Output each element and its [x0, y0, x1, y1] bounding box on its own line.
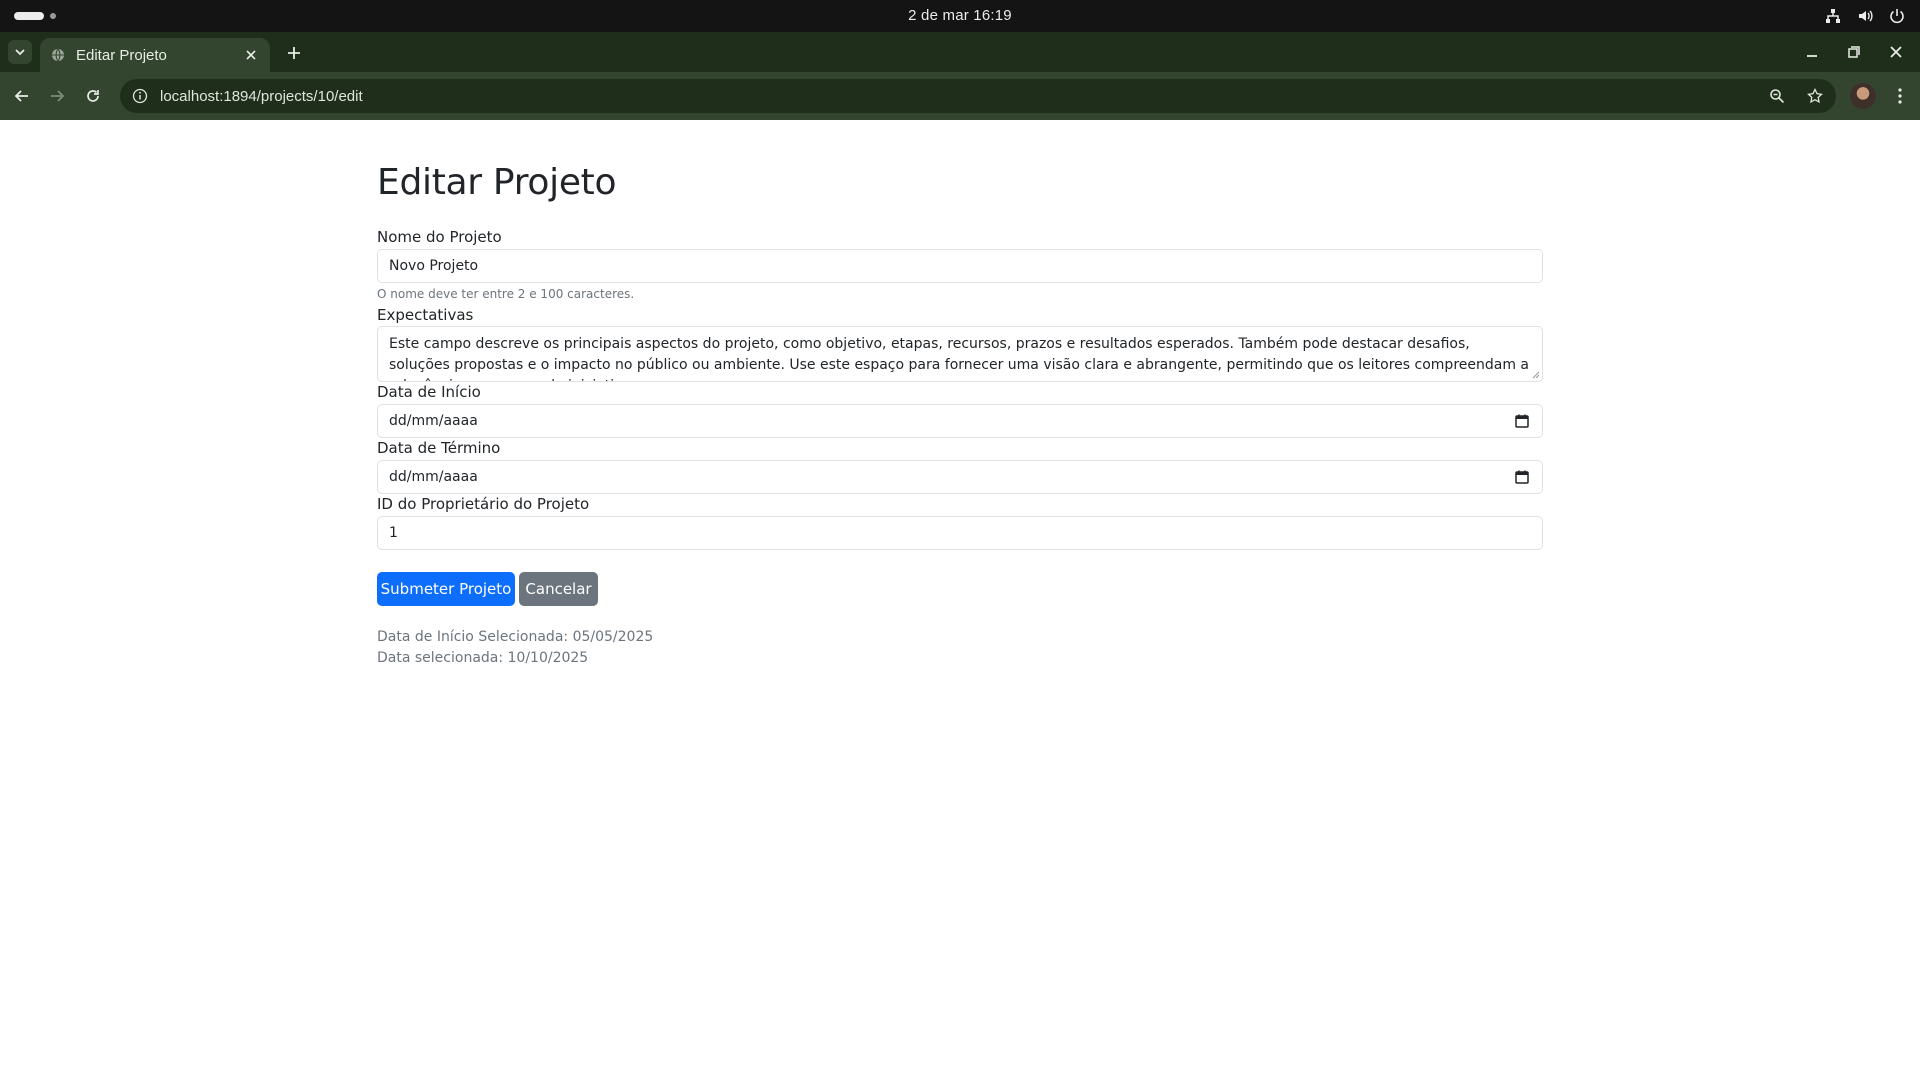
zoom-icon[interactable] [1766, 85, 1788, 107]
end-date-label: Data de Término [377, 439, 501, 457]
clock[interactable]: 2 de mar 16:19 [0, 7, 1920, 24]
volume-icon[interactable] [1856, 7, 1874, 25]
network-icon[interactable] [1824, 7, 1842, 25]
expectations-textarea[interactable]: Este campo descreve os principais aspect… [377, 326, 1543, 382]
address-bar[interactable]: localhost:1894/projects/10/edit [120, 79, 1836, 113]
start-date-label: Data de Início [377, 383, 481, 401]
submit-project-button[interactable]: Submeter Projeto [377, 572, 515, 606]
start-date-input[interactable]: dd/mm/aaaa [377, 404, 1543, 438]
project-name-input[interactable]: Novo Projeto [377, 249, 1543, 283]
bookmark-star-icon[interactable] [1804, 85, 1826, 107]
selected-start-date-text: Data de Início Selecionada: 05/05/2025 [377, 629, 654, 645]
new-tab-button[interactable] [282, 41, 306, 65]
browser-tab-strip: Editar Projeto [0, 32, 1920, 72]
profile-avatar[interactable] [1850, 83, 1876, 109]
calendar-icon[interactable] [1513, 468, 1531, 486]
owner-id-label: ID do Proprietário do Projeto [377, 495, 590, 513]
expectations-value: Este campo descreve os principais aspect… [389, 336, 1529, 381]
owner-id-input[interactable]: 1 [377, 516, 1543, 550]
globe-icon [50, 47, 66, 63]
arrow-left-icon [14, 90, 28, 102]
restore-icon[interactable] [1844, 42, 1864, 62]
tab-search-button[interactable] [8, 40, 32, 64]
browser-tab-active[interactable]: Editar Projeto [40, 38, 270, 72]
plus-icon [288, 47, 300, 59]
arrow-right-icon [51, 90, 65, 102]
resize-handle-icon[interactable] [1530, 369, 1540, 379]
project-name-label: Nome do Projeto [377, 228, 502, 246]
minimize-icon[interactable] [1802, 42, 1822, 62]
back-button[interactable] [10, 84, 34, 108]
site-info-icon[interactable] [130, 86, 150, 106]
power-icon[interactable] [1888, 7, 1906, 25]
chevron-down-icon [15, 49, 25, 56]
owner-id-value: 1 [389, 525, 398, 541]
reload-icon [87, 90, 99, 102]
end-date-placeholder: dd/mm/aaaa [389, 469, 478, 485]
expectations-label: Expectativas [377, 306, 474, 324]
cancel-button[interactable]: Cancelar [519, 572, 598, 606]
close-window-icon[interactable] [1886, 42, 1906, 62]
reload-button[interactable] [81, 84, 105, 108]
calendar-icon[interactable] [1513, 412, 1531, 430]
system-tray[interactable] [1824, 7, 1906, 25]
tab-title: Editar Projeto [76, 46, 167, 64]
start-date-placeholder: dd/mm/aaaa [389, 413, 478, 429]
window-controls [1802, 42, 1906, 62]
page-content: Editar Projeto Nome do Projeto Novo Proj… [0, 120, 1920, 1080]
project-name-hint: O nome deve ter entre 2 e 100 caracteres… [377, 287, 635, 301]
forward-button[interactable] [45, 84, 69, 108]
selected-date-text: Data selecionada: 10/10/2025 [377, 650, 589, 666]
project-name-value: Novo Projeto [389, 258, 479, 274]
more-vert-icon [1898, 88, 1902, 104]
os-top-bar: 2 de mar 16:19 [0, 0, 1920, 32]
end-date-input[interactable]: dd/mm/aaaa [377, 460, 1543, 494]
url-text[interactable]: localhost:1894/projects/10/edit [160, 88, 1766, 105]
close-tab-icon[interactable] [242, 46, 260, 64]
page-title: Editar Projeto [377, 162, 617, 203]
browser-menu-button[interactable] [1888, 84, 1912, 108]
browser-toolbar: localhost:1894/projects/10/edit [0, 72, 1920, 120]
